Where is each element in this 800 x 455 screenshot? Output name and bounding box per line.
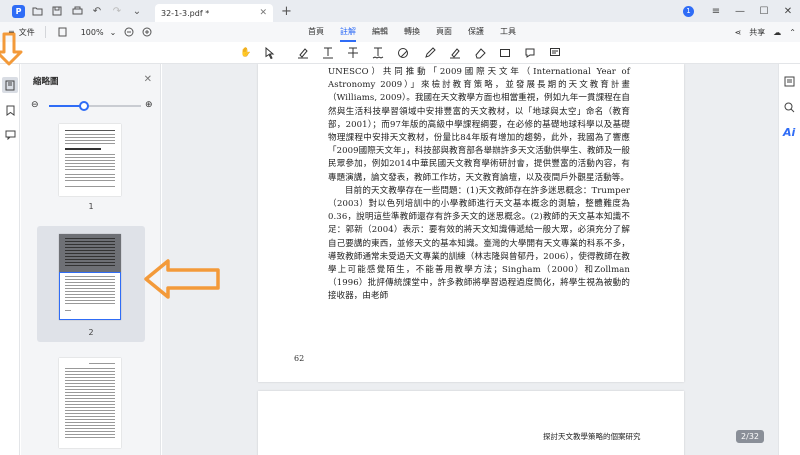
tab-comment[interactable]: 註解: [340, 22, 356, 42]
main-toolbar: ≡ 文件 100% ⌄ 首頁 註解 編輯 轉換 頁面 保護 工具 ⋖ 共享 ☁ …: [0, 22, 800, 42]
rectangle-icon[interactable]: [497, 45, 513, 61]
ai-assistant-icon[interactable]: Ai: [783, 126, 795, 139]
panel-title: 縮略圖: [33, 77, 59, 87]
print-icon[interactable]: [69, 3, 85, 19]
paragraph: UNESCO）共同推動「2009國際天文年（International Year…: [328, 67, 630, 183]
tab-protect[interactable]: 保護: [468, 22, 484, 42]
file-menu[interactable]: ≡ 文件: [8, 27, 35, 38]
thumbnails-icon[interactable]: [2, 77, 18, 93]
annotation-toolbar: ✋: [0, 42, 800, 64]
zoom-in-thumb-icon[interactable]: ⊕: [145, 100, 153, 110]
marker-icon[interactable]: [447, 45, 463, 61]
page-indicator: 2/32: [736, 430, 764, 443]
maximize-icon[interactable]: ☐: [752, 6, 776, 17]
close-window-icon[interactable]: ✕: [776, 6, 800, 17]
page-body-text: UNESCO）共同推動「2009國際天文年（International Year…: [328, 64, 630, 304]
running-header: 探討天文教學策略的個案研究: [543, 432, 641, 441]
tab-document[interactable]: 32-1-3.pdf * ✕: [155, 4, 273, 22]
new-tab-icon[interactable]: +: [281, 4, 292, 19]
close-tab-icon[interactable]: ✕: [259, 8, 267, 18]
comments-icon[interactable]: [2, 127, 18, 143]
tab-convert[interactable]: 轉換: [404, 22, 420, 42]
zoom-in-icon[interactable]: [142, 27, 152, 37]
collapse-icon[interactable]: ⌃: [789, 28, 796, 37]
eraser-icon[interactable]: [472, 45, 488, 61]
folder-icon[interactable]: [29, 3, 45, 19]
file-menu-label: 文件: [18, 27, 35, 37]
pencil-icon[interactable]: [422, 45, 438, 61]
thumbnail-image: [59, 234, 121, 320]
hand-icon[interactable]: ✋: [238, 45, 254, 61]
paragraph: 目前的天文教學存在一些問題：(1)天文教師存在許多迷思概念：Trumper（20…: [328, 185, 630, 302]
squiggly-icon[interactable]: [370, 45, 386, 61]
thumbnail-panel: 縮略圖 ✕ ⊖ ⊕ 1 2: [21, 64, 161, 455]
redo-icon[interactable]: ↷: [109, 3, 125, 19]
user-avatar[interactable]: 1: [683, 5, 694, 17]
pdf-page-2: UNESCO）共同推動「2009國際天文年（International Year…: [258, 64, 684, 382]
slider-handle[interactable]: [78, 101, 89, 111]
thumbnail-image: [59, 358, 121, 448]
thumbnail-zoom-control: ⊖ ⊕: [31, 100, 161, 112]
minimize-icon[interactable]: —: [728, 6, 752, 17]
close-panel-icon[interactable]: ✕: [144, 74, 152, 85]
properties-icon[interactable]: [784, 76, 795, 90]
zoom-value[interactable]: 100%: [81, 28, 104, 37]
thumbnail-page-2[interactable]: 2: [37, 226, 145, 342]
shape-icon[interactable]: [395, 45, 411, 61]
tab-edit[interactable]: 編輯: [372, 22, 388, 42]
note-icon[interactable]: [547, 45, 563, 61]
thumbnail-label: 1: [88, 202, 94, 211]
thumbnail-zoom-slider[interactable]: [49, 101, 141, 111]
cursor-icon[interactable]: [262, 45, 278, 61]
thumbnail-page-3[interactable]: [37, 350, 145, 455]
search-icon[interactable]: [784, 102, 795, 116]
underline-text-icon[interactable]: [320, 45, 336, 61]
hamburger-icon: ≡: [8, 27, 15, 37]
fit-page-icon[interactable]: [58, 27, 67, 37]
tab-tools[interactable]: 工具: [500, 22, 516, 42]
undo-icon[interactable]: ↶: [89, 3, 105, 19]
thumbnail-image: [59, 124, 121, 196]
title-bar: P ↶ ↷ ⌄ 32-1-3.pdf * ✕ + 1 ≡ — ☐ ✕: [0, 0, 800, 22]
thumbnail-page-1[interactable]: 1: [37, 120, 145, 218]
zoom-out-icon[interactable]: [124, 27, 134, 37]
stamp-icon[interactable]: [522, 45, 538, 61]
app-logo-icon: P: [12, 4, 25, 18]
page-number: 62: [294, 354, 305, 363]
right-side-bar: Ai: [778, 64, 800, 455]
chevron-down-icon[interactable]: ⌄: [129, 3, 145, 19]
tab-home[interactable]: 首頁: [308, 22, 324, 42]
divider: [44, 26, 46, 38]
tab-title: 32-1-3.pdf *: [161, 8, 210, 18]
menu-icon[interactable]: ≡: [704, 6, 728, 17]
thumbnail-label: 2: [88, 328, 94, 337]
document-viewer[interactable]: UNESCO）共同推動「2009國際天文年（International Year…: [162, 64, 778, 455]
bookmark-icon[interactable]: [2, 102, 18, 118]
menu-tabs: 首頁 註解 編輯 轉換 頁面 保護 工具: [300, 22, 524, 42]
save-icon[interactable]: [49, 3, 65, 19]
tab-page[interactable]: 頁面: [436, 22, 452, 42]
zoom-dropdown-icon[interactable]: ⌄: [110, 28, 117, 37]
left-icon-bar: [0, 64, 20, 455]
cloud-icon[interactable]: ☁: [773, 28, 781, 37]
share-icon[interactable]: ⋖: [735, 28, 742, 37]
strikethrough-icon[interactable]: [345, 45, 361, 61]
pdf-page-3: 探討天文教學策略的個案研究: [258, 391, 684, 455]
share-label[interactable]: 共享: [749, 27, 765, 38]
highlight-icon[interactable]: [295, 45, 311, 61]
zoom-out-thumb-icon[interactable]: ⊖: [31, 100, 39, 110]
